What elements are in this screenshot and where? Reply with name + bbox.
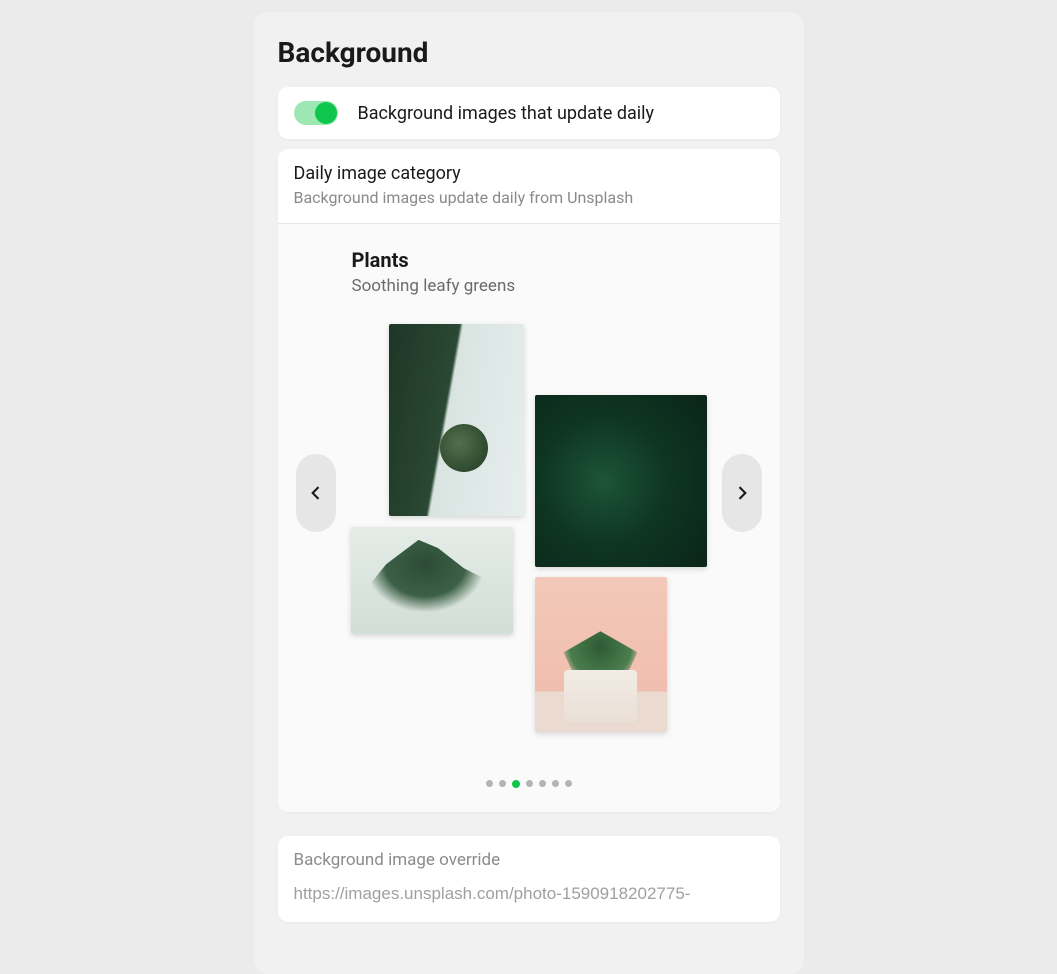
category-description: Soothing leafy greens [352, 276, 768, 296]
override-card: Background image override [278, 836, 780, 922]
category-name: Plants [352, 248, 768, 272]
prev-category-button[interactable] [296, 454, 336, 532]
pager-dots [290, 780, 768, 788]
category-thumb [389, 324, 524, 516]
category-section-subtitle: Background images update daily from Unsp… [294, 188, 764, 207]
daily-toggle-label: Background images that update daily [358, 103, 655, 124]
pager-dot[interactable] [486, 780, 493, 787]
pager-dot[interactable] [499, 780, 506, 787]
category-thumb [351, 527, 513, 634]
category-card: Daily image category Background images u… [278, 149, 780, 812]
category-collage [290, 324, 768, 774]
next-category-button[interactable] [722, 454, 762, 532]
chevron-left-icon [306, 483, 326, 503]
pager-dot[interactable] [539, 780, 546, 787]
category-thumb [535, 395, 707, 567]
pager-dot[interactable] [565, 780, 572, 787]
category-section-title: Daily image category [294, 163, 764, 184]
daily-toggle-card: Background images that update daily [278, 87, 780, 139]
section-title: Background [278, 36, 780, 69]
pager-dot[interactable] [526, 780, 533, 787]
background-settings-panel: Background Background images that update… [254, 12, 804, 974]
category-thumb [535, 577, 667, 732]
daily-toggle-row: Background images that update daily [278, 87, 780, 139]
category-header: Daily image category Background images u… [278, 149, 780, 224]
chevron-right-icon [732, 483, 752, 503]
daily-toggle[interactable] [294, 101, 338, 125]
pager-dot[interactable] [552, 780, 559, 787]
category-body: Plants Soothing leafy greens [278, 224, 780, 812]
override-title: Background image override [278, 836, 780, 878]
override-url-input[interactable] [278, 878, 780, 922]
toggle-knob [315, 102, 337, 124]
pager-dot[interactable] [512, 780, 520, 788]
